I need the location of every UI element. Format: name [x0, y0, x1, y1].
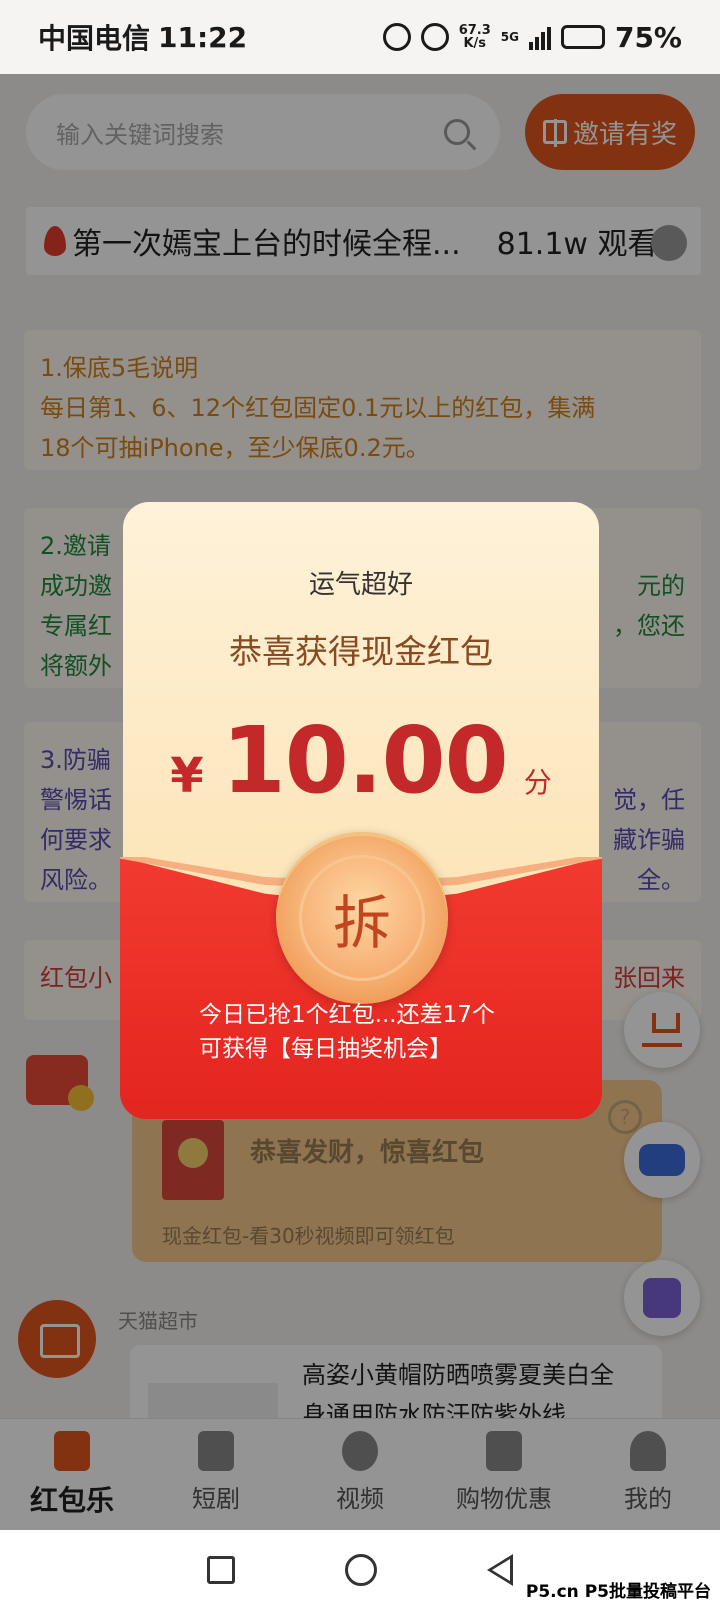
back-icon[interactable] [487, 1554, 513, 1586]
home-icon[interactable] [345, 1554, 377, 1586]
battery-icon [560, 25, 605, 49]
tip-line: 可获得【每日抽奖机会】 [199, 1036, 452, 1062]
currency-symbol: ¥ [170, 748, 204, 804]
tip-line: 今日已抢1个红包...还差17个 [199, 1002, 495, 1028]
open-redpacket-button[interactable]: 拆 [276, 832, 448, 1004]
cash-amount: ¥ 10.00 分 [123, 707, 599, 814]
recents-icon[interactable] [207, 1556, 235, 1584]
open-label: 拆 [299, 855, 425, 981]
network-speed: 67.3 K/s [459, 24, 491, 50]
watermark: P5.cn P5批量投稿平台 [522, 1577, 714, 1602]
congrats-label: 恭喜获得现金红包 [229, 632, 493, 671]
carrier-label: 中国电信 [38, 22, 151, 55]
status-bar: 中国电信 11:22 67.3 K/s 5G 75% [0, 0, 720, 74]
network-type: 5G [500, 30, 519, 44]
signal-icon [528, 24, 551, 50]
speed-unit: K/s [463, 36, 486, 51]
progress-tip: 今日已抢1个红包...还差17个 可获得【每日抽奖机会】 [199, 998, 495, 1066]
amount-value: 10.00 [221, 707, 509, 814]
nfc-icon [382, 23, 411, 51]
amount-unit: 分 [523, 766, 552, 799]
clock: 11:22 [158, 20, 248, 54]
battery-percent: 75% [614, 20, 682, 54]
luck-label: 运气超好 [308, 570, 413, 600]
alarm-icon [420, 23, 449, 51]
redpacket-modal: 运气超好 恭喜获得现金红包 ¥ 10.00 分 拆 今日已抢1个红包...还差1… [120, 502, 602, 1119]
